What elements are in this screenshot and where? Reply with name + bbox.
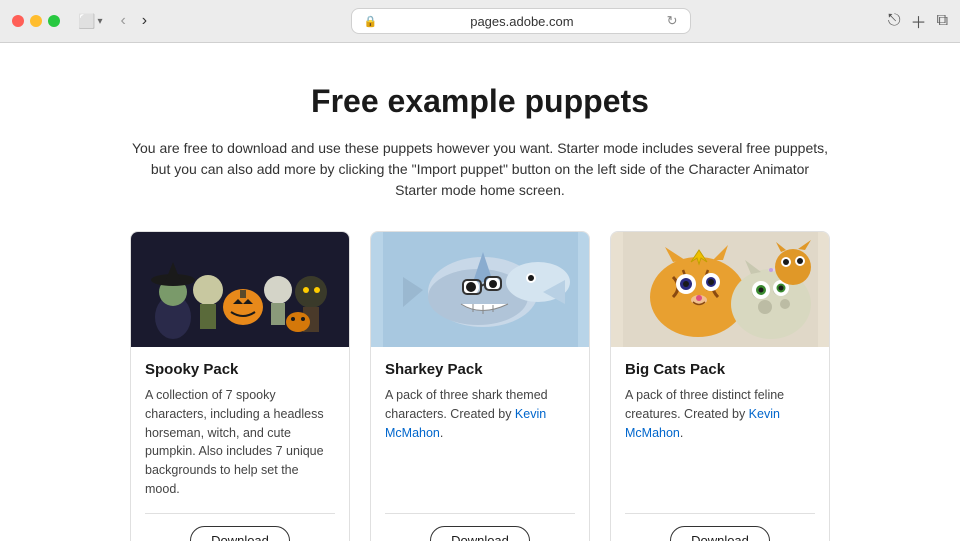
card-title-spooky: Spooky Pack bbox=[145, 361, 335, 378]
close-button[interactable] bbox=[12, 15, 24, 27]
card-title-bigcats: Big Cats Pack bbox=[625, 361, 815, 378]
back-button[interactable]: ‹ bbox=[114, 10, 131, 32]
spooky-illustration bbox=[143, 232, 338, 347]
sidebar-toggle[interactable]: ⬜ ▾ bbox=[74, 11, 106, 32]
address-bar-container: 🔒 pages.adobe.com ↻ bbox=[161, 8, 880, 34]
divider-spooky bbox=[145, 513, 335, 514]
author-link-sharkey[interactable]: Kevin McMahon bbox=[385, 407, 546, 440]
nav-buttons: ‹ › bbox=[114, 10, 153, 32]
sharkey-illustration bbox=[383, 232, 578, 347]
download-button-sharkey[interactable]: Download bbox=[430, 526, 530, 541]
card-image-spooky bbox=[131, 232, 349, 347]
card-description-bigcats: A pack of three distinct feline creature… bbox=[625, 386, 815, 499]
divider-bigcats bbox=[625, 513, 815, 514]
fullscreen-button[interactable] bbox=[48, 15, 60, 27]
download-button-spooky[interactable]: Download bbox=[190, 526, 290, 541]
card-title-sharkey: Sharkey Pack bbox=[385, 361, 575, 378]
card-sharkey: Sharkey Pack A pack of three shark theme… bbox=[370, 231, 590, 541]
download-button-bigcats[interactable]: Download bbox=[670, 526, 770, 541]
page-content: Free example puppets You are free to dow… bbox=[0, 43, 960, 541]
card-bigcats: Big Cats Pack A pack of three distinct f… bbox=[610, 231, 830, 541]
lock-icon: 🔒 bbox=[364, 15, 378, 28]
url-text: pages.adobe.com bbox=[383, 14, 660, 29]
toolbar-right: ⎋ ＋ ⧉ bbox=[888, 9, 948, 33]
divider-sharkey bbox=[385, 513, 575, 514]
card-description-spooky: A collection of 7 spooky characters, inc… bbox=[145, 386, 335, 499]
card-body-bigcats: Big Cats Pack A pack of three distinct f… bbox=[611, 347, 829, 541]
card-description-sharkey: A pack of three shark themed characters.… bbox=[385, 386, 575, 499]
tabs-icon[interactable]: ⧉ bbox=[937, 12, 948, 30]
card-spooky: Spooky Pack A collection of 7 spooky cha… bbox=[130, 231, 350, 541]
author-link-bigcats[interactable]: Kevin McMahon bbox=[625, 407, 780, 440]
minimize-button[interactable] bbox=[30, 15, 42, 27]
page-subtitle: You are free to download and use these p… bbox=[130, 138, 830, 201]
reload-icon[interactable]: ↻ bbox=[667, 13, 678, 29]
new-tab-icon[interactable]: ＋ bbox=[911, 9, 927, 33]
traffic-lights bbox=[12, 15, 60, 27]
cards-container: Spooky Pack A collection of 7 spooky cha… bbox=[60, 231, 900, 541]
card-body-spooky: Spooky Pack A collection of 7 spooky cha… bbox=[131, 347, 349, 541]
sidebar-icon: ⬜ bbox=[78, 13, 95, 30]
bigcats-illustration bbox=[623, 232, 818, 347]
card-image-bigcats bbox=[611, 232, 829, 347]
title-bar: ⬜ ▾ ‹ › 🔒 pages.adobe.com ↻ ⎋ ＋ ⧉ bbox=[0, 0, 960, 42]
card-body-sharkey: Sharkey Pack A pack of three shark theme… bbox=[371, 347, 589, 541]
forward-button[interactable]: › bbox=[136, 10, 153, 32]
browser-chrome: ⬜ ▾ ‹ › 🔒 pages.adobe.com ↻ ⎋ ＋ ⧉ bbox=[0, 0, 960, 43]
share-icon[interactable]: ⎋ bbox=[888, 12, 901, 30]
page-title: Free example puppets bbox=[311, 83, 649, 120]
chevron-down-icon: ▾ bbox=[97, 16, 102, 27]
card-image-sharkey bbox=[371, 232, 589, 347]
address-bar[interactable]: 🔒 pages.adobe.com ↻ bbox=[351, 8, 691, 34]
